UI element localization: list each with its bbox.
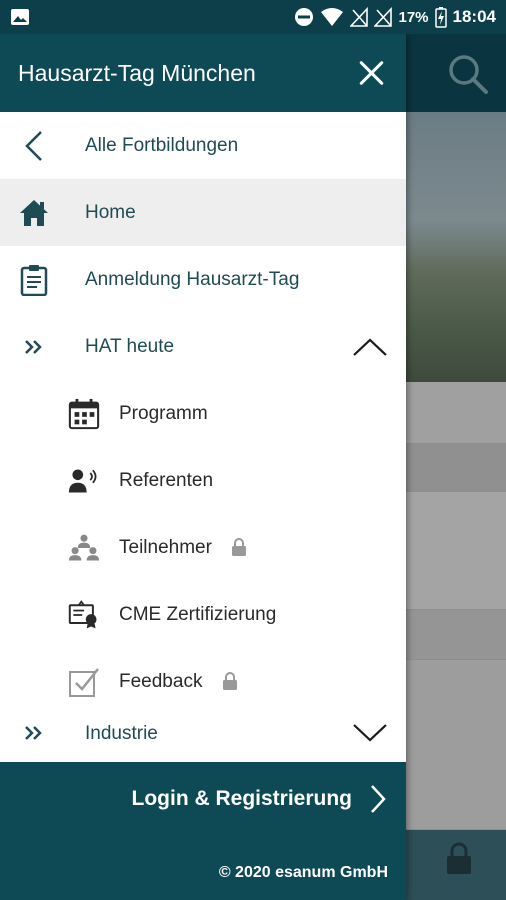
submenu-item-text: Feedback xyxy=(119,670,203,692)
menu-item-label: Anmeldung Hausarzt-Tag xyxy=(85,268,300,290)
calendar-icon xyxy=(68,398,100,430)
no-signal-icon xyxy=(350,7,369,27)
menu-item-label: Industrie xyxy=(85,723,158,744)
chevron-right-icon xyxy=(371,785,386,813)
speaker-icon xyxy=(68,465,100,497)
background-row xyxy=(406,444,506,492)
home-icon xyxy=(18,197,50,229)
wifi-icon xyxy=(321,8,344,26)
chevron-left-icon xyxy=(18,130,50,162)
battery-charging-icon xyxy=(434,7,447,28)
submenu-item-label: Referenten xyxy=(119,469,214,491)
back-label: Alle Fortbildungen xyxy=(85,134,239,156)
status-bar: 17% 18:04 xyxy=(0,0,506,34)
do-not-disturb-icon xyxy=(295,8,314,26)
submenu-item-text: Teilnehmer xyxy=(119,536,212,558)
double-chevron-icon xyxy=(18,331,50,363)
submenu-item-label: Programm xyxy=(119,402,208,424)
submenu-item-teilnehmer[interactable]: Teilnehmer xyxy=(0,514,406,581)
search-icon[interactable] xyxy=(446,52,490,96)
menu-item-hat-heute[interactable]: HAT heute xyxy=(0,313,406,380)
lock-icon xyxy=(232,538,247,557)
login-register-button[interactable]: Login & Registrierung xyxy=(132,784,387,814)
background-row xyxy=(406,610,506,660)
chevron-down-icon[interactable] xyxy=(352,723,388,743)
submenu-item-cme[interactable]: CME Zertifizierung xyxy=(0,581,406,648)
certificate-icon xyxy=(68,599,100,631)
background-row xyxy=(406,492,506,610)
login-register-label: Login & Registrierung xyxy=(131,787,353,810)
drawer-menu: Alle Fortbildungen Home Anmeldung Hausar… xyxy=(0,112,406,755)
status-time: 18:04 xyxy=(452,7,496,26)
background-row xyxy=(406,660,506,830)
battery-percentage: 17% xyxy=(398,8,429,26)
drawer-title: Hausarzt-Tag München xyxy=(18,59,256,86)
navigation-drawer: Hausarzt-Tag München Alle Fortbildungen … xyxy=(0,34,406,900)
submenu-item-programm[interactable]: Programm xyxy=(0,380,406,447)
submenu-item-referenten[interactable]: Referenten xyxy=(0,447,406,514)
menu-item-label: HAT heute xyxy=(85,335,175,357)
back-to-all-trainings[interactable]: Alle Fortbildungen xyxy=(0,112,406,179)
close-icon[interactable] xyxy=(358,59,386,87)
menu-item-label: Home xyxy=(85,201,136,223)
drawer-footer: Login & Registrierung © 2020 esanum GmbH xyxy=(0,762,406,900)
drawer-header: Hausarzt-Tag München xyxy=(0,34,406,112)
clipboard-icon xyxy=(18,264,50,296)
submenu-item-label: Feedback xyxy=(119,671,238,693)
background-row xyxy=(406,382,506,444)
submenu-item-label: CME Zertifizierung xyxy=(119,603,277,625)
double-chevron-icon xyxy=(18,717,50,749)
menu-item-industrie[interactable]: Industrie xyxy=(0,715,406,755)
chevron-up-icon[interactable] xyxy=(352,337,388,357)
no-signal-icon xyxy=(374,7,393,27)
menu-item-home[interactable]: Home xyxy=(0,179,406,246)
menu-item-registration[interactable]: Anmeldung Hausarzt-Tag xyxy=(0,246,406,313)
submenu-item-label: Teilnehmer xyxy=(119,537,247,559)
lock-icon xyxy=(222,672,237,691)
submenu-item-feedback[interactable]: Feedback xyxy=(0,648,406,715)
image-icon xyxy=(11,9,29,25)
lock-icon xyxy=(447,842,471,874)
background-photo xyxy=(406,112,506,382)
copyright-text: © 2020 esanum GmbH xyxy=(218,864,388,881)
checkbox-icon xyxy=(68,666,100,698)
participants-icon xyxy=(68,532,100,564)
